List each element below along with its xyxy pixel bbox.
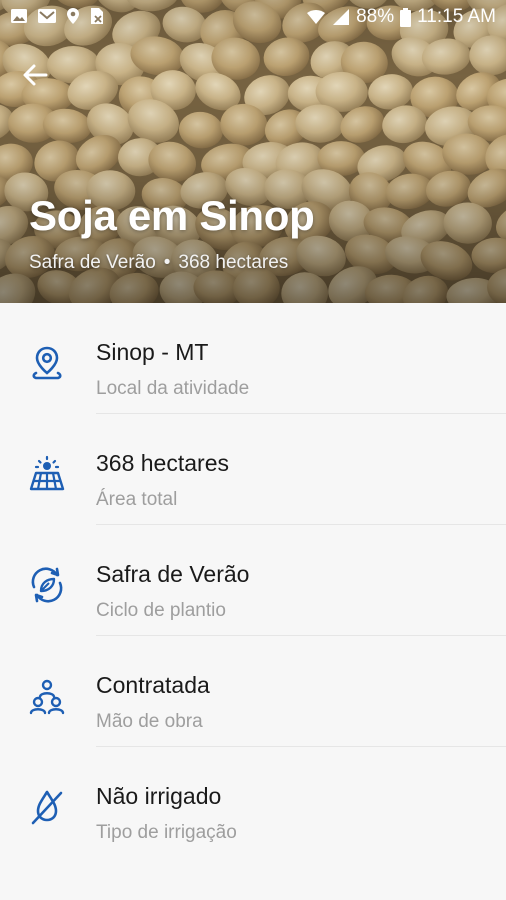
detail-label: Ciclo de plantio	[96, 600, 226, 621]
area-label: 368 hectares	[178, 252, 289, 273]
detail-label: Tipo de irrigação	[96, 822, 237, 843]
image-icon	[11, 9, 27, 23]
people-icon	[29, 679, 65, 715]
battery-percent: 88%	[356, 6, 395, 27]
detail-label: Local da atividade	[96, 378, 250, 399]
detail-label: Área total	[96, 489, 178, 510]
clock: 11:15 AM	[417, 6, 496, 27]
mail-icon	[38, 9, 56, 23]
cycle-leaf-icon	[31, 567, 63, 603]
back-button[interactable]	[18, 58, 52, 92]
detail-value: Contratada	[96, 672, 210, 698]
location-icon	[67, 8, 79, 24]
detail-value: 368 hectares	[96, 450, 229, 476]
detail-item-location[interactable]: Sinop - MT Local da atividade	[0, 303, 506, 414]
detail-label: Mão de obra	[96, 711, 203, 732]
detail-item-labor[interactable]: Contratada Mão de obra	[0, 636, 506, 747]
arrow-back-icon	[23, 64, 48, 86]
wifi-icon	[307, 10, 326, 24]
status-bar: 88% 11:15 AM	[0, 0, 506, 34]
field-area-icon	[29, 455, 65, 491]
season-label: Safra de Verão	[29, 252, 156, 273]
detail-item-area[interactable]: 368 hectares Área total	[0, 414, 506, 525]
location-pin-icon	[32, 346, 62, 380]
page-title: Soja em Sinop	[29, 192, 315, 239]
no-irrigation-icon	[31, 790, 63, 825]
separator-dot: •	[163, 252, 171, 273]
no-sim-icon	[91, 8, 103, 24]
detail-value: Sinop - MT	[96, 339, 209, 365]
detail-item-irrigation[interactable]: Não irrigado Tipo de irrigação	[0, 747, 506, 858]
detail-item-cycle[interactable]: Safra de Verão Ciclo de plantio	[0, 525, 506, 636]
detail-value: Safra de Verão	[96, 561, 250, 587]
battery-icon	[400, 7, 412, 27]
signal-icon	[333, 9, 350, 25]
page-subtitle: Safra de Verão • 368 hectares	[29, 252, 288, 274]
detail-value: Não irrigado	[96, 783, 222, 809]
details-list: Sinop - MT Local da atividade 368 hectar…	[0, 303, 506, 858]
